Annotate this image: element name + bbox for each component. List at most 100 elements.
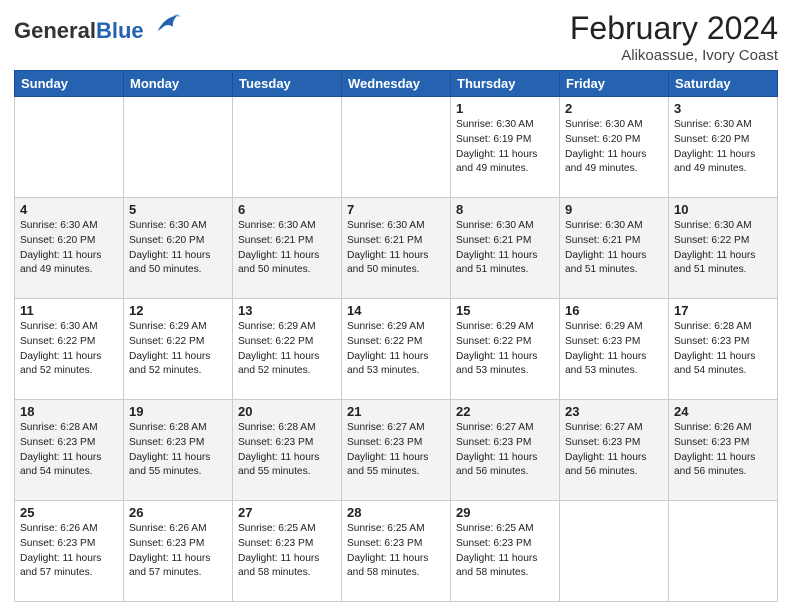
cell-day-number: 4 — [20, 202, 118, 217]
cell-day-info: Sunrise: 6:29 AM Sunset: 6:22 PM Dayligh… — [129, 320, 227, 379]
title-block: February 2024 Alikoassue, Ivory Coast — [570, 10, 778, 64]
calendar-cell — [669, 501, 778, 602]
calendar-day-header-tuesday: Tuesday — [233, 71, 342, 97]
calendar-cell: 7Sunrise: 6:30 AM Sunset: 6:21 PM Daylig… — [342, 198, 451, 299]
cell-day-info: Sunrise: 6:28 AM Sunset: 6:23 PM Dayligh… — [238, 421, 336, 480]
cell-day-number: 17 — [674, 303, 772, 318]
calendar-week-row: 25 Sunrise: 6:26 AM Sunset: 6:23 PM Dayli… — [15, 501, 778, 602]
cell-day-info: Sunrise: 6:28 AM Sunset: 6:23 PM Dayligh… — [129, 421, 227, 480]
cell-day-number: 22 — [456, 404, 554, 419]
cell-day-number: 25 — [20, 505, 118, 520]
calendar-cell: 9 Sunrise: 6:30 AM Sunset: 6:21 PM Daylig… — [560, 198, 669, 299]
cell-day-info: Sunrise: 6:30 AM Sunset: 6:19 PM Dayligh… — [456, 118, 554, 177]
cell-day-info: Sunrise: 6:27 AM Sunset: 6:23 PM Dayligh… — [565, 421, 663, 480]
calendar-cell: 27 Sunrise: 6:25 AM Sunset: 6:23 PM Dayli… — [233, 501, 342, 602]
cell-day-info: Sunrise: 6:27 AM Sunset: 6:23 PM Dayligh… — [347, 421, 445, 480]
cell-day-number: 10 — [674, 202, 772, 217]
calendar-cell: 28 Sunrise: 6:25 AM Sunset: 6:23 PM Dayli… — [342, 501, 451, 602]
cell-day-number: 26 — [129, 505, 227, 520]
calendar-day-header-saturday: Saturday — [669, 71, 778, 97]
cell-day-info: Sunrise: 6:30 AM Sunset: 6:20 PM Dayligh… — [674, 118, 772, 177]
cell-day-number: 24 — [674, 404, 772, 419]
calendar-cell: 8 Sunrise: 6:30 AM Sunset: 6:21 PM Daylig… — [451, 198, 560, 299]
cell-day-info: Sunrise: 6:28 AM Sunset: 6:23 PM Dayligh… — [20, 421, 118, 480]
calendar-title: February 2024 — [570, 10, 778, 47]
calendar-day-header-monday: Monday — [124, 71, 233, 97]
cell-day-info: Sunrise: 6:26 AM Sunset: 6:23 PM Dayligh… — [20, 522, 118, 581]
calendar-day-header-sunday: Sunday — [15, 71, 124, 97]
cell-day-info: Sunrise: 6:26 AM Sunset: 6:23 PM Dayligh… — [674, 421, 772, 480]
cell-day-info: Sunrise: 6:25 AM Sunset: 6:23 PM Dayligh… — [238, 522, 336, 581]
calendar-week-row: 11Sunrise: 6:30 AM Sunset: 6:22 PM Dayli… — [15, 299, 778, 400]
cell-day-info: Sunrise: 6:30 AM Sunset: 6:21 PM Dayligh… — [456, 219, 554, 278]
calendar-cell: 18 Sunrise: 6:28 AM Sunset: 6:23 PM Dayli… — [15, 400, 124, 501]
header: GeneralBlue February 2024 Alikoassue, Iv… — [14, 10, 778, 64]
calendar-cell — [15, 97, 124, 198]
calendar-cell: 12 Sunrise: 6:29 AM Sunset: 6:22 PM Dayli… — [124, 299, 233, 400]
cell-day-number: 27 — [238, 505, 336, 520]
cell-day-number: 21 — [347, 404, 445, 419]
cell-day-info: Sunrise: 6:25 AM Sunset: 6:23 PM Dayligh… — [456, 522, 554, 581]
cell-day-info: Sunrise: 6:30 AM Sunset: 6:22 PM Dayligh… — [674, 219, 772, 278]
calendar-cell: 1 Sunrise: 6:30 AM Sunset: 6:19 PM Daylig… — [451, 97, 560, 198]
cell-day-info: Sunrise: 6:29 AM Sunset: 6:23 PM Dayligh… — [565, 320, 663, 379]
calendar-cell: 21 Sunrise: 6:27 AM Sunset: 6:23 PM Dayli… — [342, 400, 451, 501]
page: GeneralBlue February 2024 Alikoassue, Iv… — [0, 0, 792, 612]
calendar-cell: 11Sunrise: 6:30 AM Sunset: 6:22 PM Dayli… — [15, 299, 124, 400]
calendar-cell: 2Sunrise: 6:30 AM Sunset: 6:20 PM Daylig… — [560, 97, 669, 198]
logo-bird-icon — [152, 10, 180, 38]
calendar-cell — [124, 97, 233, 198]
calendar-cell: 29 Sunrise: 6:25 AM Sunset: 6:23 PM Dayli… — [451, 501, 560, 602]
calendar-cell: 22 Sunrise: 6:27 AM Sunset: 6:23 PM Dayli… — [451, 400, 560, 501]
logo-blue-text: Blue — [96, 18, 144, 43]
cell-day-number: 18 — [20, 404, 118, 419]
calendar-week-row: 18 Sunrise: 6:28 AM Sunset: 6:23 PM Dayli… — [15, 400, 778, 501]
cell-day-number: 5 — [129, 202, 227, 217]
calendar-cell — [560, 501, 669, 602]
cell-day-info: Sunrise: 6:30 AM Sunset: 6:20 PM Dayligh… — [565, 118, 663, 177]
calendar-cell: 16Sunrise: 6:29 AM Sunset: 6:23 PM Dayli… — [560, 299, 669, 400]
cell-day-number: 9 — [565, 202, 663, 217]
cell-day-info: Sunrise: 6:28 AM Sunset: 6:23 PM Dayligh… — [674, 320, 772, 379]
calendar-cell: 20Sunrise: 6:28 AM Sunset: 6:23 PM Dayli… — [233, 400, 342, 501]
calendar-day-header-friday: Friday — [560, 71, 669, 97]
cell-day-info: Sunrise: 6:29 AM Sunset: 6:22 PM Dayligh… — [238, 320, 336, 379]
calendar-cell: 4 Sunrise: 6:30 AM Sunset: 6:20 PM Daylig… — [15, 198, 124, 299]
cell-day-number: 12 — [129, 303, 227, 318]
cell-day-info: Sunrise: 6:25 AM Sunset: 6:23 PM Dayligh… — [347, 522, 445, 581]
calendar-day-header-thursday: Thursday — [451, 71, 560, 97]
cell-day-number: 13 — [238, 303, 336, 318]
cell-day-info: Sunrise: 6:27 AM Sunset: 6:23 PM Dayligh… — [456, 421, 554, 480]
calendar-header-row: SundayMondayTuesdayWednesdayThursdayFrid… — [15, 71, 778, 97]
calendar-cell: 6Sunrise: 6:30 AM Sunset: 6:21 PM Daylig… — [233, 198, 342, 299]
logo-general-text: General — [14, 18, 96, 43]
cell-day-info: Sunrise: 6:30 AM Sunset: 6:20 PM Dayligh… — [20, 219, 118, 278]
calendar-cell: 15Sunrise: 6:29 AM Sunset: 6:22 PM Dayli… — [451, 299, 560, 400]
calendar-day-header-wednesday: Wednesday — [342, 71, 451, 97]
cell-day-number: 8 — [456, 202, 554, 217]
calendar-cell — [233, 97, 342, 198]
cell-day-info: Sunrise: 6:29 AM Sunset: 6:22 PM Dayligh… — [347, 320, 445, 379]
calendar-cell: 17 Sunrise: 6:28 AM Sunset: 6:23 PM Dayli… — [669, 299, 778, 400]
cell-day-number: 29 — [456, 505, 554, 520]
cell-day-info: Sunrise: 6:30 AM Sunset: 6:21 PM Dayligh… — [565, 219, 663, 278]
cell-day-number: 3 — [674, 101, 772, 116]
calendar-location: Alikoassue, Ivory Coast — [570, 47, 778, 64]
calendar-week-row: 4 Sunrise: 6:30 AM Sunset: 6:20 PM Daylig… — [15, 198, 778, 299]
cell-day-info: Sunrise: 6:30 AM Sunset: 6:20 PM Dayligh… — [129, 219, 227, 278]
logo: GeneralBlue — [14, 10, 180, 43]
cell-day-number: 28 — [347, 505, 445, 520]
calendar-cell: 13 Sunrise: 6:29 AM Sunset: 6:22 PM Dayli… — [233, 299, 342, 400]
cell-day-number: 19 — [129, 404, 227, 419]
cell-day-number: 15 — [456, 303, 554, 318]
cell-day-info: Sunrise: 6:30 AM Sunset: 6:21 PM Dayligh… — [347, 219, 445, 278]
cell-day-number: 1 — [456, 101, 554, 116]
calendar-cell: 19 Sunrise: 6:28 AM Sunset: 6:23 PM Dayli… — [124, 400, 233, 501]
calendar-table: SundayMondayTuesdayWednesdayThursdayFrid… — [14, 70, 778, 602]
cell-day-number: 6 — [238, 202, 336, 217]
calendar-cell: 24 Sunrise: 6:26 AM Sunset: 6:23 PM Dayli… — [669, 400, 778, 501]
cell-day-number: 14 — [347, 303, 445, 318]
calendar-cell — [342, 97, 451, 198]
cell-day-number: 11 — [20, 303, 118, 318]
cell-day-number: 23 — [565, 404, 663, 419]
